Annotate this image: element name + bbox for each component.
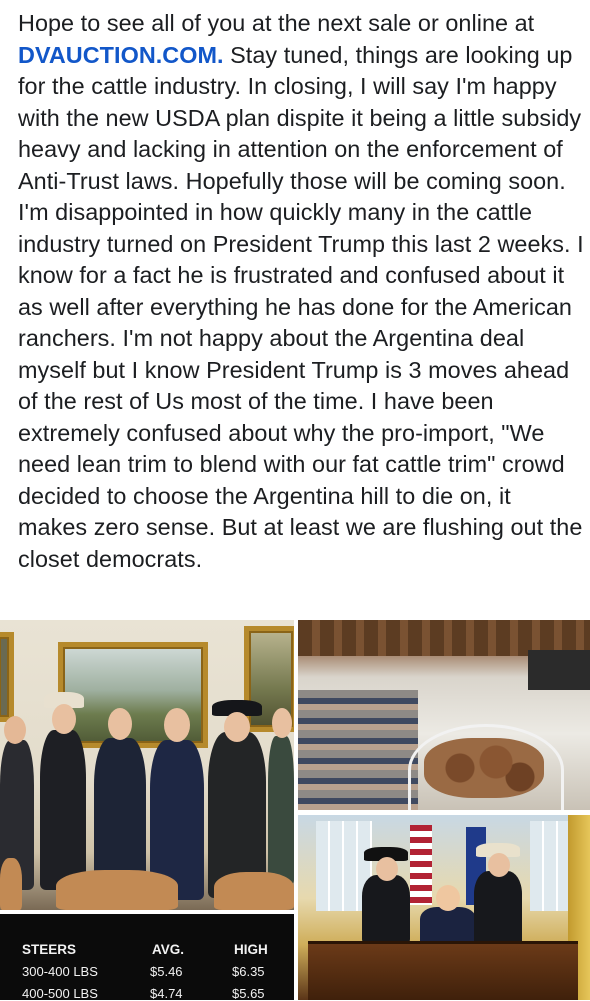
person-2 xyxy=(40,730,86,890)
header-avg: AVG. xyxy=(152,942,185,957)
price-table: STEERS AVG. HIGH 300-400 LBS $5.46 $6.35… xyxy=(0,914,294,1001)
person-1-head xyxy=(4,716,26,744)
avg-price: $5.46 xyxy=(150,964,183,979)
header-steers: STEERS xyxy=(22,942,77,957)
office-person-left xyxy=(362,875,410,945)
weight-range: 400-500 LBS xyxy=(22,986,98,1001)
post-text: Hope to see all of you at the next sale … xyxy=(18,8,584,575)
painting-far-left xyxy=(0,632,14,722)
weight-range: 300-400 LBS xyxy=(22,964,98,979)
meeting-photo[interactable] xyxy=(0,620,294,910)
person-6 xyxy=(268,736,294,886)
person-2-head xyxy=(52,704,76,734)
chair-left xyxy=(0,858,22,910)
office-person-right-head xyxy=(488,853,510,877)
office-person-right xyxy=(474,871,522,947)
sale-barn-photo[interactable] xyxy=(298,620,590,810)
chair-right xyxy=(214,872,294,910)
office-person-left-head xyxy=(376,857,398,881)
person-5-head xyxy=(224,712,250,742)
high-price: $5.65 xyxy=(232,986,265,1001)
avg-price: $4.74 xyxy=(150,986,183,1001)
high-price: $6.35 xyxy=(232,964,265,979)
flag-us xyxy=(410,825,432,905)
oval-office-photo[interactable] xyxy=(298,815,590,1000)
person-6-head xyxy=(272,708,292,738)
cattle-in-ring xyxy=(424,738,544,798)
office-person-center-head xyxy=(436,885,460,911)
person-4-head xyxy=(164,708,190,742)
dvauction-link[interactable]: DVAUCTION.COM. xyxy=(18,42,224,68)
post-body: Stay tuned, things are looking up for th… xyxy=(18,41,584,572)
barn-crowd xyxy=(298,690,418,810)
barn-banner xyxy=(528,650,590,690)
person-3-head xyxy=(108,708,132,740)
header-high: HIGH xyxy=(234,942,268,957)
resolute-desk xyxy=(308,941,578,1000)
post-intro: Hope to see all of you at the next sale … xyxy=(18,10,535,36)
chair-center xyxy=(56,870,178,910)
